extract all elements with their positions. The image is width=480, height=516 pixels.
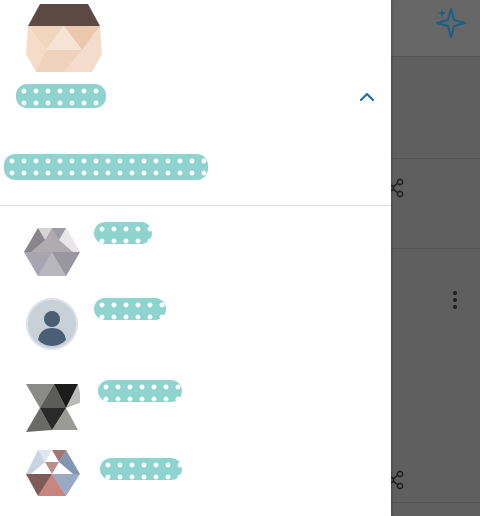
background-divider (390, 158, 480, 159)
account-list-item[interactable] (0, 220, 391, 282)
redacted-text (94, 298, 166, 320)
account-name (16, 84, 106, 108)
background-divider (390, 502, 480, 503)
account-name (100, 458, 182, 480)
chevron-up-icon[interactable] (358, 88, 376, 106)
background-divider (390, 248, 480, 249)
navigation-drawer (0, 0, 391, 516)
drawer-divider (0, 205, 391, 206)
background-divider (390, 56, 480, 57)
account-name (94, 222, 152, 244)
account-name (98, 380, 182, 402)
default-person-avatar-icon (26, 298, 78, 350)
redacted-text (98, 380, 182, 402)
account-list-item[interactable] (0, 292, 391, 354)
screen (0, 0, 480, 516)
account-email (4, 150, 214, 184)
account-list-item[interactable] (0, 446, 391, 508)
redacted-text (16, 84, 106, 108)
sparkle-icon[interactable] (434, 6, 468, 40)
account-switcher[interactable] (12, 82, 382, 112)
more-vert-icon[interactable] (448, 290, 462, 310)
geometric-avatar-icon (26, 384, 80, 432)
account-name (94, 298, 166, 320)
redacted-text (100, 458, 182, 480)
redacted-text (4, 154, 208, 180)
geometric-avatar-icon (26, 450, 80, 496)
account-list-item[interactable] (0, 376, 391, 438)
geometric-avatar-icon[interactable] (22, 4, 106, 72)
redacted-text (94, 222, 152, 244)
geometric-avatar-icon (24, 228, 80, 276)
